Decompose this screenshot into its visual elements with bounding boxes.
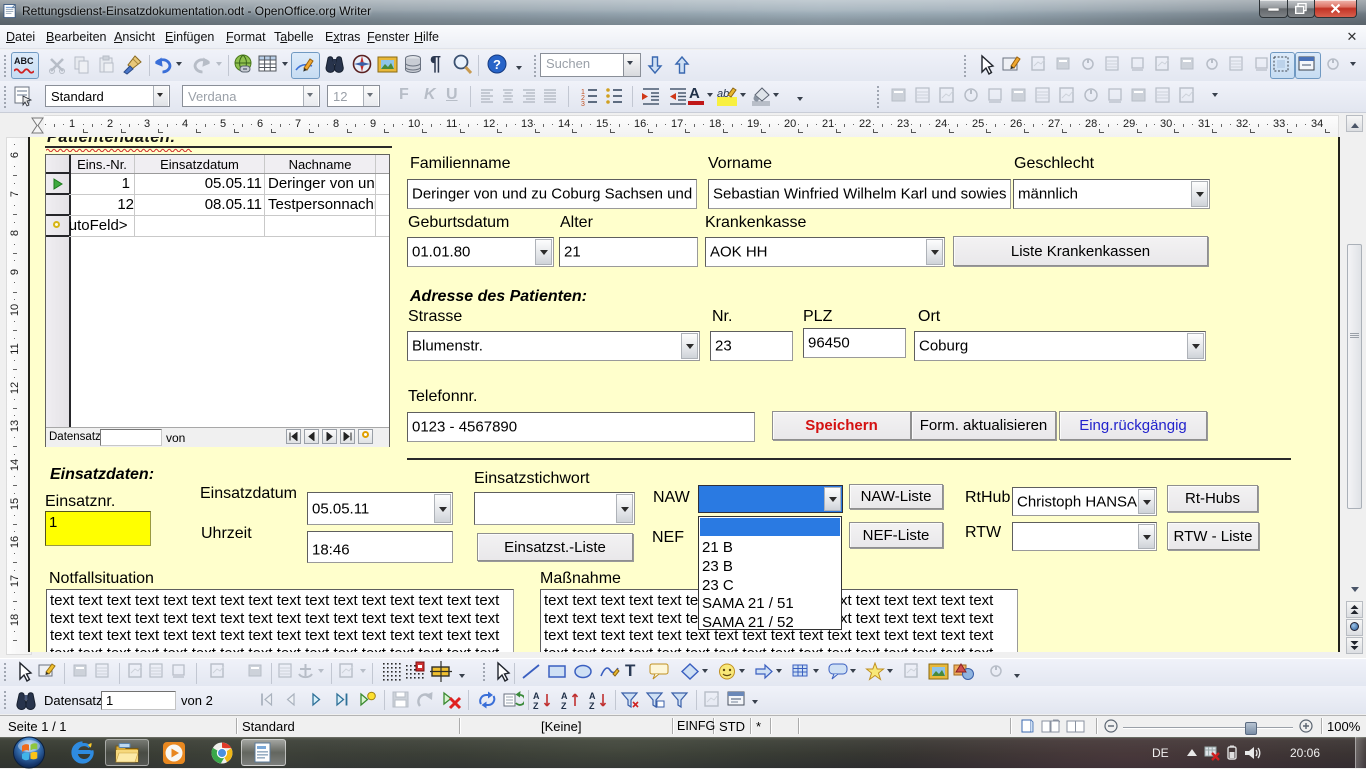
svg-text:Z: Z [589,701,595,710]
svg-text:?: ? [493,57,501,72]
svg-text:A: A [533,691,540,701]
svg-text:Z: Z [533,701,539,710]
svg-text:3: 3 [581,101,585,106]
svg-text:A: A [561,691,568,701]
svg-text:Z: Z [561,701,567,710]
svg-text:A: A [589,691,596,701]
svg-text:ab: ab [717,88,729,100]
